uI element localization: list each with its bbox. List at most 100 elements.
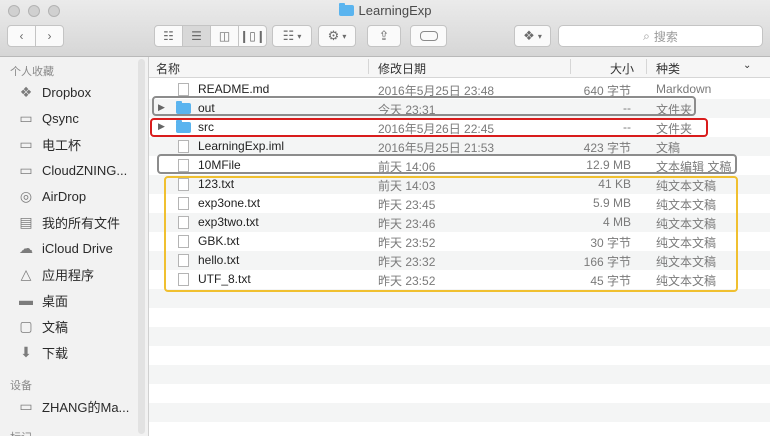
file-name: src bbox=[198, 120, 214, 134]
sidebar-item-airdrop[interactable]: ◎ AirDrop bbox=[16, 185, 144, 207]
dropbox-icon: ❖ bbox=[523, 28, 535, 43]
file-date: 前天 14:03 bbox=[378, 179, 436, 193]
documents-icon: ▢ bbox=[19, 317, 33, 334]
table-row[interactable]: LearningExp.iml 2016年5月25日 21:53 423 字节 文稿 bbox=[149, 137, 770, 156]
cover-flow-icon: ❙▯❙ bbox=[239, 29, 266, 43]
chevron-right-icon: › bbox=[47, 29, 52, 43]
file-kind: 文件夹 bbox=[656, 103, 693, 117]
sidebar-item-applications[interactable]: △ 应用程序 bbox=[16, 263, 144, 285]
column-view-button[interactable]: ◫ bbox=[211, 26, 239, 46]
sidebar-item-qsync[interactable]: ▭ Qsync bbox=[16, 107, 144, 129]
file-date: 昨天 23:52 bbox=[378, 274, 436, 288]
file-name: UTF_8.txt bbox=[198, 272, 251, 286]
sidebar-heading-devices: 设备 bbox=[10, 380, 32, 392]
sidebar-heading-tags: 标记 bbox=[10, 429, 32, 436]
chevron-down-icon: ▾ bbox=[342, 31, 347, 41]
share-button[interactable]: ⇪ bbox=[367, 25, 401, 47]
search-field[interactable]: ⌕ 搜索 bbox=[558, 25, 763, 47]
disclosure-triangle-icon[interactable]: ▶ bbox=[158, 102, 165, 113]
icon-view-icon: ☷ bbox=[163, 29, 174, 43]
file-kind: 纯文本文稿 bbox=[656, 236, 717, 250]
sidebar-scrollbar[interactable] bbox=[138, 59, 145, 434]
sidebar-item-dropbox[interactable]: ❖ Dropbox bbox=[16, 81, 144, 103]
table-row[interactable]: GBK.txt 昨天 23:52 30 字节 纯文本文稿 bbox=[149, 232, 770, 251]
table-row[interactable]: README.md 2016年5月25日 23:48 640 字节 Markdown bbox=[149, 80, 770, 99]
table-row[interactable]: UTF_8.txt 昨天 23:52 45 字节 纯文本文稿 bbox=[149, 270, 770, 289]
sidebar-item-documents[interactable]: ▢ 文稿 bbox=[16, 315, 144, 337]
table-row[interactable]: 123.txt 前天 14:03 41 KB 纯文本文稿 bbox=[149, 175, 770, 194]
empty-row bbox=[149, 384, 770, 403]
icon-view-button[interactable]: ☷ bbox=[155, 26, 183, 46]
table-row[interactable]: hello.txt 昨天 23:32 166 字节 纯文本文稿 bbox=[149, 251, 770, 270]
arrange-button[interactable]: ☷ ▾ bbox=[272, 25, 312, 47]
cover-flow-button[interactable]: ❙▯❙ bbox=[239, 26, 266, 46]
sidebar-heading-favorites: 个人收藏 bbox=[10, 66, 54, 78]
file-date: 2016年5月26日 22:45 bbox=[378, 122, 495, 136]
sidebar-item-downloads[interactable]: ⬇ 下载 bbox=[16, 341, 144, 363]
applications-icon: △ bbox=[20, 265, 32, 282]
window-title: LearningExp bbox=[0, 3, 770, 18]
column-header-kind[interactable]: 种类 bbox=[656, 60, 680, 77]
file-size: 4 MB bbox=[602, 215, 631, 229]
document-icon bbox=[178, 159, 189, 172]
document-icon bbox=[178, 197, 189, 210]
table-row[interactable]: ▶ src 2016年5月26日 22:45 -- 文件夹 bbox=[149, 118, 770, 137]
chevron-down-icon[interactable]: ⌄ bbox=[743, 60, 751, 71]
forward-button[interactable]: › bbox=[36, 26, 63, 46]
file-size: 41 KB bbox=[598, 177, 631, 191]
column-header-name[interactable]: 名称 bbox=[156, 60, 180, 77]
file-kind: Markdown bbox=[656, 82, 712, 96]
file-name: hello.txt bbox=[198, 253, 240, 267]
file-size: 5.9 MB bbox=[592, 196, 631, 210]
empty-row bbox=[149, 422, 770, 436]
table-row[interactable]: exp3one.txt 昨天 23:45 5.9 MB 纯文本文稿 bbox=[149, 194, 770, 213]
sidebar: 个人收藏 ❖ Dropbox ▭ Qsync ▭ 电工杯 ▭ CloudZNING...… bbox=[0, 57, 149, 436]
sidebar-item-desktop[interactable]: ▬ 桌面 bbox=[16, 289, 144, 311]
tags-button[interactable] bbox=[410, 25, 447, 47]
table-row[interactable]: 10MFile 前天 14:06 12.9 MB 文本编辑 文稿 bbox=[149, 156, 770, 175]
view-mode-control: ☷ ☰ ◫ ❙▯❙ bbox=[154, 25, 267, 47]
column-header-date[interactable]: 修改日期 bbox=[378, 60, 426, 77]
file-date: 昨天 23:45 bbox=[378, 198, 436, 212]
document-icon bbox=[178, 178, 189, 191]
file-size: 166 字节 bbox=[583, 255, 631, 269]
file-kind: 纯文本文稿 bbox=[656, 179, 717, 193]
sidebar-item-all-my-files[interactable]: ▤ 我的所有文件 bbox=[16, 211, 144, 233]
column-header-size[interactable]: 大小 bbox=[610, 60, 634, 77]
file-date: 昨天 23:52 bbox=[378, 236, 436, 250]
gear-icon: ⚙ bbox=[327, 28, 340, 43]
file-name: 10MFile bbox=[198, 158, 241, 172]
chevron-left-icon: ‹ bbox=[19, 29, 24, 43]
sidebar-item-cloudzning[interactable]: ▭ CloudZNING... bbox=[16, 159, 144, 181]
file-date: 2016年5月25日 23:48 bbox=[378, 84, 495, 98]
arrange-icon: ☷ bbox=[282, 28, 295, 43]
empty-row bbox=[149, 346, 770, 365]
file-size: 423 字节 bbox=[583, 141, 631, 155]
disclosure-triangle-icon[interactable]: ▶ bbox=[158, 121, 165, 132]
action-button[interactable]: ⚙ ▾ bbox=[318, 25, 356, 47]
sidebar-item-diangongbei[interactable]: ▭ 电工杯 bbox=[16, 133, 144, 155]
list-view-button[interactable]: ☰ bbox=[183, 26, 211, 46]
sidebar-item-computer[interactable]: ▭ ZHANG的Ma... bbox=[16, 395, 144, 417]
file-list: 名称 修改日期 大小 种类 ⌄ README.md 2016年5月25日 23:4… bbox=[149, 57, 770, 436]
dropbox-button[interactable]: ❖ ▾ bbox=[514, 25, 551, 47]
folder-icon bbox=[338, 3, 354, 16]
back-button[interactable]: ‹ bbox=[8, 26, 36, 46]
document-icon bbox=[178, 83, 189, 96]
empty-row bbox=[149, 365, 770, 384]
file-name: exp3one.txt bbox=[198, 196, 261, 210]
file-kind: 文本编辑 文稿 bbox=[656, 160, 732, 174]
title-bar: LearningExp ‹ › ☷ ☰ ◫ ❙▯❙ ☷ ▾ ⚙ ▾ ⇪ ❖ ▾ ⌕ bbox=[0, 0, 770, 57]
search-icon: ⌕ bbox=[643, 28, 650, 43]
file-name: exp3two.txt bbox=[198, 215, 259, 229]
table-row[interactable]: exp3two.txt 昨天 23:46 4 MB 纯文本文稿 bbox=[149, 213, 770, 232]
sidebar-item-icloud-drive[interactable]: ☁ iCloud Drive bbox=[16, 237, 144, 259]
finder-window: LearningExp ‹ › ☷ ☰ ◫ ❙▯❙ ☷ ▾ ⚙ ▾ ⇪ ❖ ▾ ⌕ bbox=[0, 0, 770, 436]
file-size: 640 字节 bbox=[583, 84, 631, 98]
table-row[interactable]: ▶ out 今天 23:31 -- 文件夹 bbox=[149, 99, 770, 118]
all-files-icon: ▤ bbox=[19, 213, 33, 230]
share-icon: ⇪ bbox=[378, 28, 390, 43]
file-date: 昨天 23:32 bbox=[378, 255, 436, 269]
list-view-icon: ☰ bbox=[191, 29, 202, 43]
file-kind: 纯文本文稿 bbox=[656, 274, 717, 288]
